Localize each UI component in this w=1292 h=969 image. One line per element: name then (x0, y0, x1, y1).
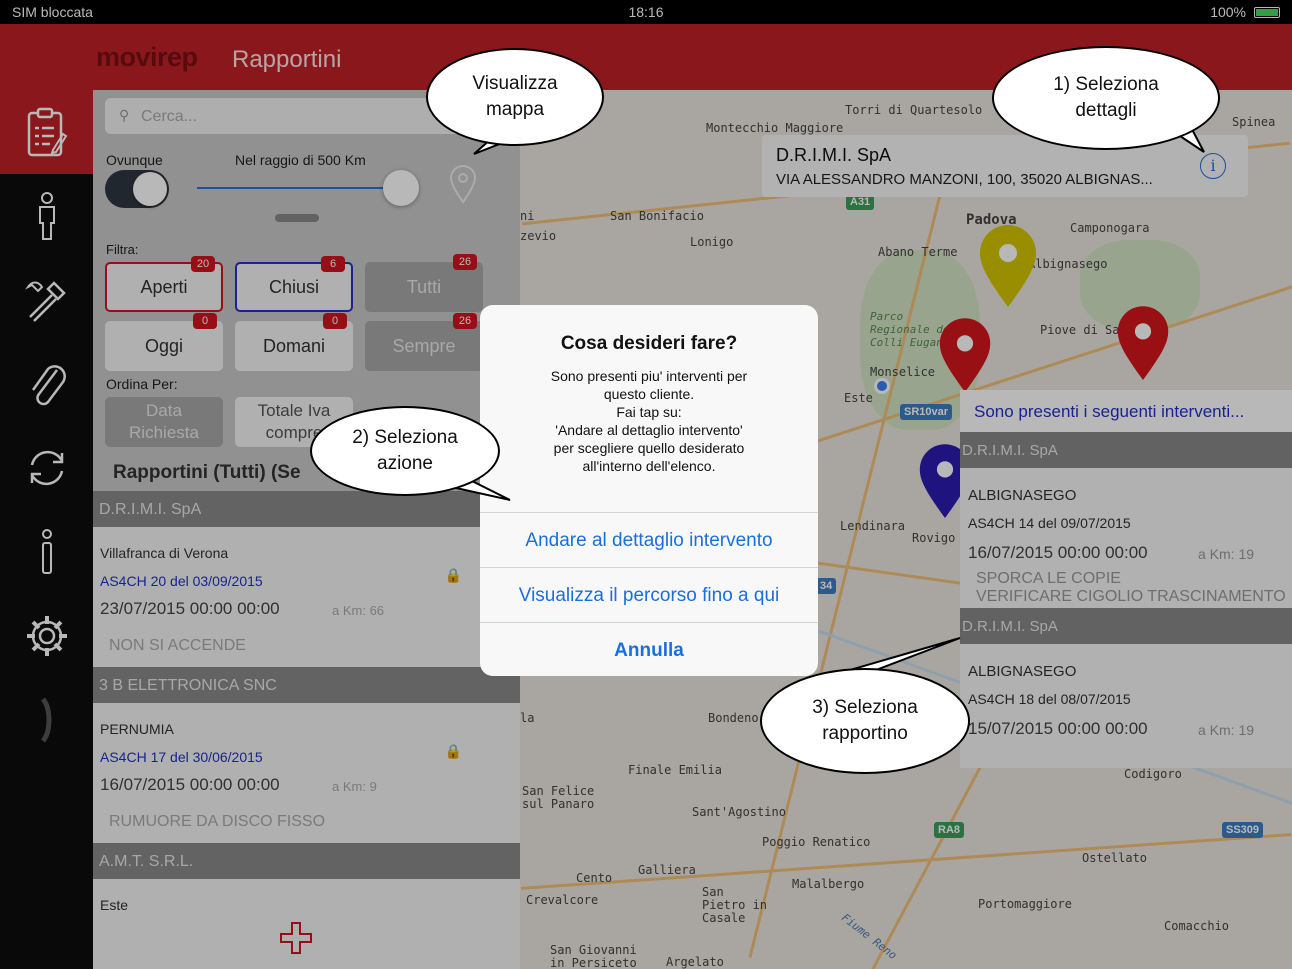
callout-view-map: Visualizza mappa (426, 48, 604, 146)
callout-select-action: 2) Seleziona azione (310, 406, 500, 496)
callout-select-details: 1) Seleziona dettagli (992, 46, 1220, 150)
screen: SIM bloccata 18:16 100% movirep Rapporti… (0, 0, 1292, 969)
callout-select-report: 3) Seleziona rapportino (760, 668, 970, 774)
